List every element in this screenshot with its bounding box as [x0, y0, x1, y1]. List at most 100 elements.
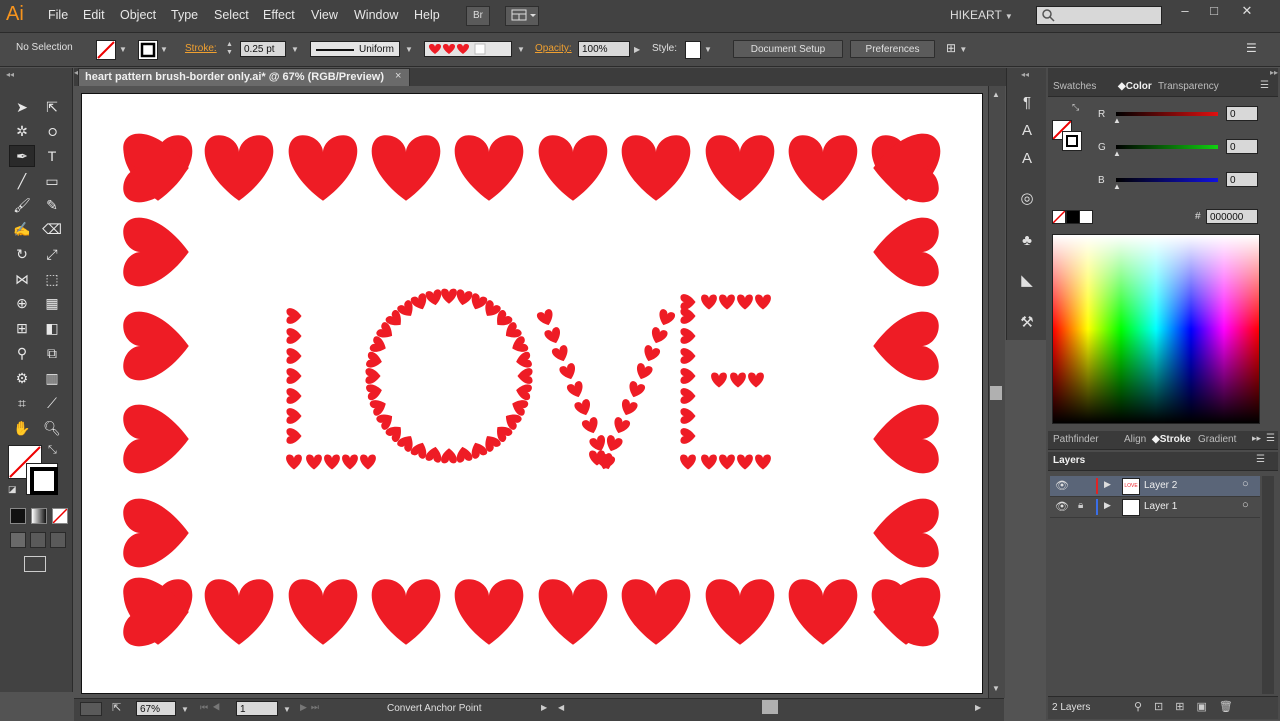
zoom-field[interactable]: 67% — [136, 701, 176, 716]
menu-edit[interactable]: Edit — [83, 8, 105, 22]
channel-g-value[interactable]: 0 — [1226, 139, 1258, 154]
brush-definition[interactable] — [424, 41, 512, 57]
heart-shape[interactable] — [730, 372, 746, 388]
heart-shape[interactable] — [517, 368, 533, 384]
document-setup-button[interactable]: Document Setup — [733, 40, 843, 58]
eyedropper-tool-icon[interactable]: ⚲ — [9, 342, 35, 364]
tab-stroke[interactable]: ◆Stroke — [1152, 434, 1191, 445]
slice-tool-icon[interactable]: ⟋ — [39, 392, 65, 414]
hex-field[interactable]: 000000 — [1206, 209, 1258, 224]
status-version-icon[interactable] — [80, 702, 102, 716]
line-tool-icon[interactable]: ╱ — [9, 170, 35, 192]
chevron-down-icon[interactable]: ▼ — [119, 45, 127, 54]
selection-tool-icon[interactable]: ➤ — [9, 96, 35, 118]
heart-shape[interactable] — [680, 328, 696, 344]
status-menu-icon[interactable]: ▶ — [541, 703, 547, 712]
heart-shape[interactable] — [701, 294, 717, 310]
stroke-color-box[interactable] — [26, 463, 58, 495]
heart-shape[interactable] — [581, 416, 601, 436]
lasso-tool-icon[interactable]: ഠ — [39, 120, 65, 142]
opacity-label[interactable]: Opacity: — [535, 43, 572, 54]
heart-shape[interactable] — [566, 380, 586, 400]
heart-shape[interactable] — [366, 382, 384, 401]
chevron-down-icon[interactable]: ▼ — [704, 45, 712, 54]
chevron-down-icon[interactable]: ▼ — [160, 45, 168, 54]
heart-shape[interactable] — [680, 454, 696, 470]
heart-shape[interactable] — [680, 368, 696, 384]
zoom-tool-icon[interactable]: 🔍︎ — [39, 417, 65, 439]
heart-shape[interactable] — [603, 434, 623, 454]
swap-icon[interactable]: ⤡ — [1072, 102, 1079, 113]
chevron-down-icon[interactable]: ▼ — [517, 45, 525, 54]
next-last-artboard-icons[interactable]: ▶⏭ — [300, 702, 323, 713]
heart-shape[interactable] — [680, 408, 696, 424]
blob-brush-tool-icon[interactable]: ✍ — [9, 218, 35, 240]
heart-shape[interactable] — [324, 454, 340, 470]
type-tool-icon[interactable]: T — [39, 145, 65, 167]
heart-shape[interactable] — [123, 217, 189, 287]
artboard-number-field[interactable]: 1 — [236, 701, 278, 716]
more-tabs-icon[interactable]: ▸▸ — [1252, 433, 1261, 444]
heart-shape[interactable] — [286, 368, 302, 384]
tab-layers[interactable]: Layers — [1053, 455, 1085, 466]
menu-view[interactable]: View — [311, 8, 338, 22]
heart-shape[interactable] — [286, 388, 302, 404]
character-styles-icon[interactable]: A — [1015, 118, 1039, 142]
heart-shape[interactable] — [680, 308, 696, 324]
heart-shape[interactable] — [551, 344, 571, 364]
heart-shape[interactable] — [360, 454, 376, 470]
heart-shape[interactable] — [719, 454, 735, 470]
search-input[interactable] — [1036, 6, 1162, 25]
channel-b-handle[interactable]: ▲ — [1113, 182, 1121, 191]
heart-shape[interactable] — [648, 326, 668, 346]
expand-dock-icon[interactable]: ◂◂ — [1021, 70, 1029, 79]
heart-shape[interactable] — [656, 308, 676, 328]
heart-shape[interactable] — [701, 454, 717, 470]
free-transform-tool-icon[interactable]: ⬚ — [39, 268, 65, 290]
chevron-down-icon[interactable]: ▶ — [634, 45, 640, 54]
heart-shape[interactable] — [873, 311, 939, 381]
stroke-swatch[interactable] — [138, 40, 158, 60]
tab-pathfinder[interactable]: Pathfinder — [1053, 434, 1099, 445]
maximize-button[interactable]: □ — [1203, 3, 1225, 18]
gradient-mode-icon[interactable] — [31, 508, 47, 524]
panel-menu-icon[interactable]: ☰ — [1266, 433, 1275, 444]
heart-shape[interactable] — [748, 372, 764, 388]
scroll-up-icon[interactable]: ▲ — [992, 90, 1000, 99]
heart-shape[interactable] — [455, 445, 473, 463]
document-tab[interactable]: heart pattern brush-border only.ai* @ 67… — [78, 68, 410, 87]
rectangle-tool-icon[interactable]: ▭ — [39, 170, 65, 192]
heart-shape[interactable] — [286, 348, 302, 364]
heart-shape[interactable] — [288, 135, 358, 201]
channel-r-slider[interactable] — [1116, 112, 1218, 116]
layer-name[interactable]: Layer 1 — [1144, 501, 1177, 512]
swap-fill-stroke-icon[interactable]: ⤡ — [48, 444, 57, 457]
tab-color[interactable]: ◆Color — [1118, 81, 1152, 92]
artboard[interactable] — [81, 93, 983, 694]
target-circle-icon[interactable]: ○ — [1242, 499, 1249, 511]
perspective-grid-tool-icon[interactable]: ▦ — [39, 292, 65, 314]
stroke-weight-field[interactable]: 0.25 pt — [240, 41, 286, 57]
collapse-panels-icon[interactable]: ▸▸ — [1270, 68, 1278, 77]
first-prev-artboard-icons[interactable]: ⏮◀ — [200, 702, 224, 713]
paragraph-icon[interactable]: ¶ — [1015, 90, 1039, 114]
draw-normal-icon[interactable] — [10, 532, 26, 548]
tab-align[interactable]: Align — [1124, 434, 1146, 445]
pencil-tool-icon[interactable]: ✎ — [39, 194, 65, 216]
heart-shape[interactable] — [573, 398, 593, 418]
variable-width-profile[interactable]: Uniform — [310, 41, 400, 57]
heart-shape[interactable] — [286, 428, 302, 444]
blend-tool-icon[interactable]: ⧉ — [39, 342, 65, 364]
expand-triangle-icon[interactable]: ▶ — [1104, 479, 1111, 490]
heart-shape[interactable] — [788, 579, 858, 645]
layer-actions[interactable]: ⚲⊡⊞▣🗑 — [1134, 700, 1245, 713]
color-spectrum[interactable] — [1052, 234, 1260, 424]
arrange-documents-button[interactable] — [505, 6, 539, 26]
preferences-button[interactable]: Preferences — [850, 40, 935, 58]
arrange-objects-icon[interactable]: ⊞ ▼ — [946, 41, 967, 55]
close-window-button[interactable]: ✕ — [1236, 3, 1258, 19]
channel-r-handle[interactable]: ▲ — [1113, 116, 1121, 125]
heart-shape[interactable] — [286, 328, 302, 344]
shape-builder-tool-icon[interactable]: ⊕ — [9, 292, 35, 314]
opacity-field[interactable]: 100% — [578, 41, 630, 57]
